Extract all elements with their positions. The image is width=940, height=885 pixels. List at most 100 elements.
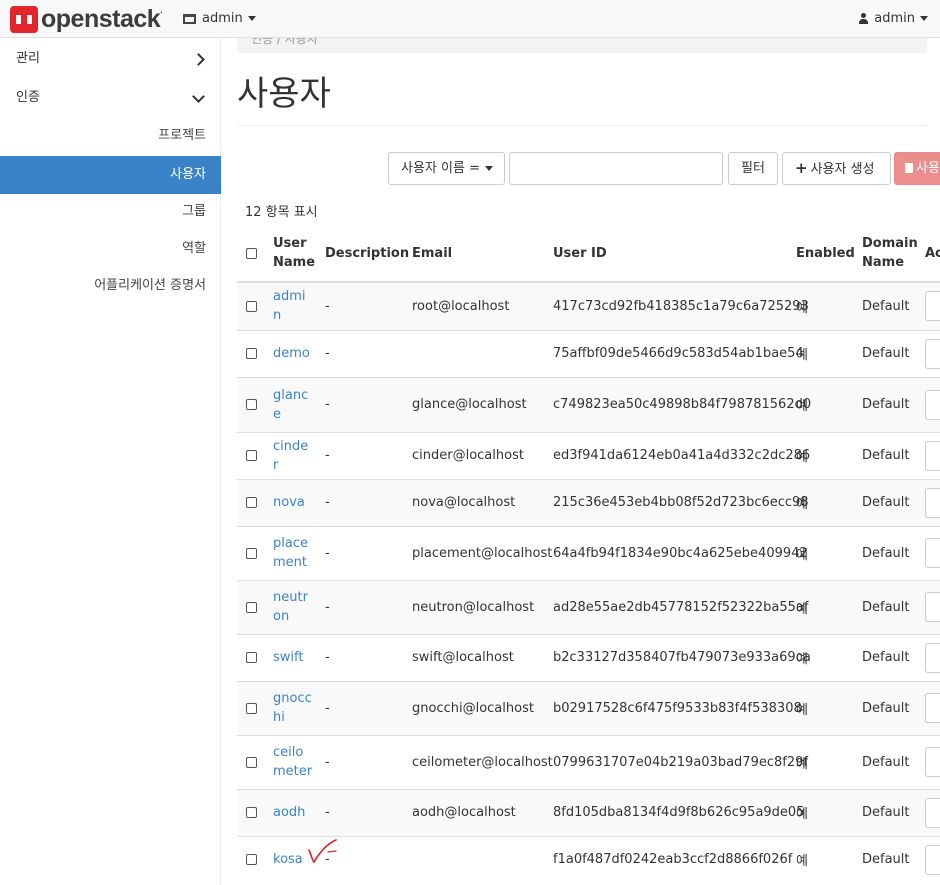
filter-button[interactable]: 필터 (728, 152, 778, 185)
row-action-button[interactable] (925, 797, 940, 828)
row-action-button[interactable] (925, 487, 940, 518)
row-action-button[interactable] (925, 389, 940, 420)
delete-users-button[interactable]: 사용 (894, 152, 940, 185)
select-all-checkbox[interactable] (246, 247, 257, 259)
row-action-button[interactable] (925, 440, 940, 471)
user-name-text[interactable]: nova (273, 493, 313, 512)
row-action-button[interactable] (925, 642, 940, 673)
user-name-text[interactable]: placement (273, 534, 313, 572)
enabled-cell: 예 (796, 734, 862, 789)
trash-icon (905, 163, 913, 173)
user-name-text[interactable]: admin (273, 287, 313, 325)
user-id-cell: b02917528c6f475f9533b83f4f538308 (553, 680, 802, 735)
row-checkbox[interactable] (246, 497, 257, 508)
row-select-cell (237, 788, 273, 836)
user-name-link[interactable]: placement (273, 525, 325, 580)
chevron-right-icon (192, 53, 205, 66)
column-header-description[interactable]: Description (325, 225, 412, 283)
user-name-text[interactable]: demo (273, 344, 313, 363)
column-header-enabled[interactable]: Enabled (796, 225, 862, 283)
filter-input[interactable] (509, 152, 723, 185)
row-checkbox[interactable] (246, 807, 257, 818)
row-action-button[interactable] (925, 538, 940, 568)
create-user-button[interactable]: + 사용자 생성 (782, 152, 891, 185)
row-action-button[interactable] (925, 291, 940, 322)
row-action-button[interactable] (925, 592, 940, 622)
user-name-text[interactable]: gnocchi (273, 689, 313, 727)
row-checkbox[interactable] (246, 756, 257, 768)
enabled-cell: 예 (796, 525, 862, 580)
row-checkbox[interactable] (246, 300, 257, 312)
openstack-logo-icon (10, 6, 38, 33)
column-header-email[interactable]: Email (412, 225, 553, 283)
email-cell (412, 835, 553, 883)
user-name-link[interactable]: gnocchi (273, 680, 325, 735)
domain-cell: Default (862, 431, 925, 479)
user-id-cell: 417c73cd92fb418385c1a79c6a725293 (553, 281, 809, 330)
openstack-logo[interactable]: openstack. (10, 5, 163, 34)
row-select-cell (237, 431, 273, 479)
email-cell: aodh@localhost (412, 788, 553, 836)
column-header-user-id[interactable]: User ID (553, 225, 796, 283)
user-name-text[interactable]: ceilometer (273, 743, 313, 781)
user-name-link[interactable]: neutron (273, 579, 325, 634)
column-header-user-name[interactable]: User Name (273, 225, 325, 283)
user-name-link[interactable]: ceilometer (273, 734, 325, 789)
user-name-text[interactable]: neutron (273, 588, 313, 626)
user-name-link[interactable]: glance (273, 376, 325, 432)
user-name-text[interactable]: aodh (273, 803, 313, 822)
user-name-link[interactable]: admin (273, 281, 325, 330)
enabled-cell: 예 (796, 329, 862, 377)
description-cell: - (325, 281, 412, 330)
user-dropdown[interactable]: admin (858, 11, 928, 26)
user-name-text[interactable]: cinder (273, 437, 313, 475)
row-select-cell (237, 478, 273, 526)
row-checkbox[interactable] (246, 547, 257, 559)
user-id-cell: ad28e55ae2db45778152f52322ba55af (553, 579, 808, 634)
project-dropdown[interactable]: admin (183, 11, 256, 26)
row-action-button[interactable] (925, 747, 940, 777)
row-checkbox[interactable] (246, 601, 257, 613)
sidebar-item-application-credentials[interactable]: 어플리케이션 증명서 (0, 267, 221, 305)
sidebar-item-roles[interactable]: 역할 (0, 230, 221, 268)
user-name-link[interactable]: aodh (273, 788, 325, 836)
description-cell: - (325, 788, 412, 836)
actions-cell (925, 788, 940, 836)
filter-field-select[interactable]: 사용자 이름 = (388, 152, 505, 185)
row-checkbox[interactable] (246, 854, 257, 866)
user-name-link[interactable]: cinder (273, 431, 325, 479)
user-name-link[interactable]: nova (273, 478, 325, 526)
row-checkbox[interactable] (246, 652, 257, 663)
user-name-text[interactable]: swift (273, 648, 313, 667)
sidebar-group-admin[interactable]: 관리 (0, 40, 221, 78)
column-header-domain-name[interactable]: Domain Name (862, 225, 925, 283)
top-navbar: openstack. admin admin (0, 0, 940, 38)
row-checkbox[interactable] (246, 702, 257, 714)
sidebar-item-projects[interactable]: 프로젝트 (0, 117, 221, 155)
domain-cell: Default (862, 376, 925, 432)
sidebar-group-identity[interactable]: 인증 (0, 79, 221, 117)
sidebar-group-label: 인증 (16, 90, 40, 105)
actions-cell (925, 579, 940, 634)
select-all-cell (237, 225, 273, 283)
user-name-link[interactable]: swift (273, 633, 325, 681)
red-checkmark-annotation (308, 839, 337, 864)
row-action-button[interactable] (925, 338, 940, 369)
domain-cell: Default (862, 734, 925, 789)
title-divider (237, 125, 927, 126)
row-action-button[interactable] (925, 844, 940, 875)
user-name-text[interactable]: glance (273, 386, 313, 424)
row-action-button[interactable] (925, 693, 940, 723)
row-checkbox[interactable] (246, 348, 257, 359)
email-cell: neutron@localhost (412, 579, 553, 634)
caret-down-icon (247, 16, 256, 21)
logo-registered-mark: . (160, 5, 163, 15)
table-row: swift - swift@localhost b2c33127d358407fb47… (237, 633, 940, 681)
filter-field-label: 사용자 이름 = (401, 161, 480, 176)
user-id-cell: 64a4fb94f1834e90bc4a625ebe409942 (553, 525, 808, 580)
sidebar-item-groups[interactable]: 그룹 (0, 193, 221, 231)
row-checkbox[interactable] (246, 450, 257, 461)
user-name-link[interactable]: demo (273, 329, 325, 377)
sidebar-item-users[interactable]: 사용자 (0, 156, 221, 194)
row-checkbox[interactable] (246, 399, 257, 410)
